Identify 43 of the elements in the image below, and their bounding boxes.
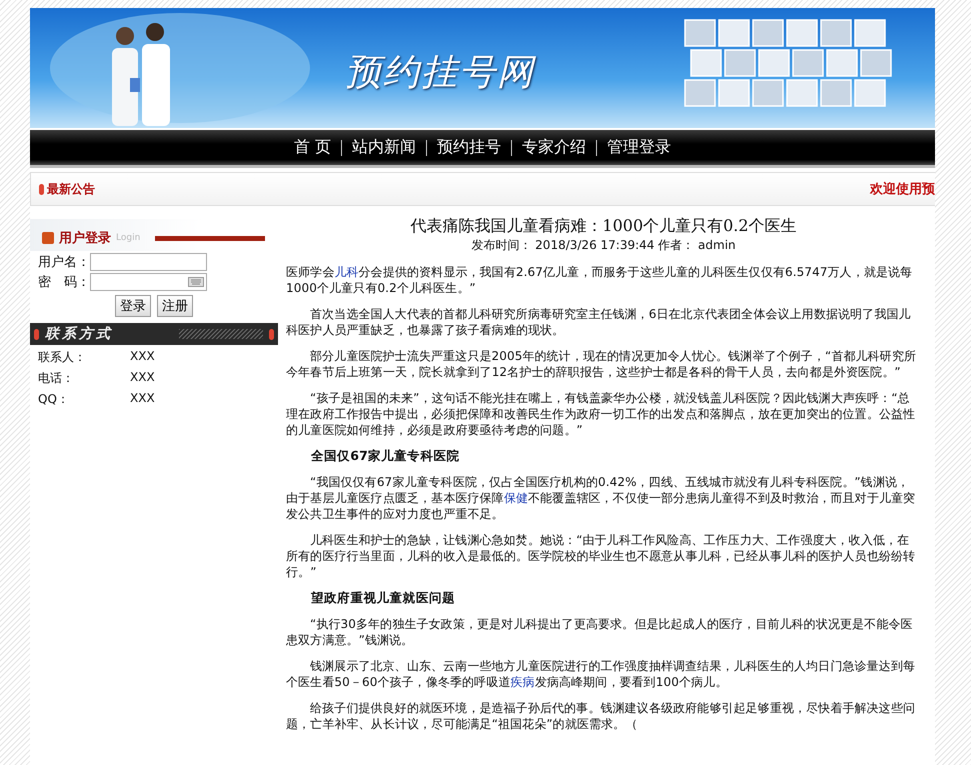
contact-label: 电话： — [38, 370, 75, 387]
inline-link[interactable]: 保健 — [504, 491, 528, 505]
contact-value: XXX — [130, 391, 155, 407]
bullet-icon — [34, 328, 39, 340]
article-paragraph: 首次当选全国人大代表的首都儿科研究所病毒研究室主任钱渊，6日在北京代表团全体会议上用数据说明了我国儿科医护人员严重缺乏，也暴露了孩子看病难的现状。 — [286, 306, 912, 338]
nav-link[interactable]: 首 页 — [284, 137, 342, 158]
nav-link[interactable]: 预约挂号 — [427, 137, 512, 158]
login-title: 用户登录 — [59, 230, 111, 247]
contact-label: QQ： — [38, 391, 70, 408]
bullet-icon — [39, 184, 44, 194]
contact-value: XXX — [130, 349, 155, 365]
site-logo-title: 预约挂号网 — [345, 51, 535, 95]
article-paragraph: 医师学会儿科分会提供的资料显示，我国有2.67亿儿童，而服务于这些儿童的儿科医生仅仅有6.5747万人，就是说每1000个儿童只有0.2个儿科医生。” — [286, 264, 914, 296]
form-button[interactable]: 注册 — [157, 295, 193, 317]
field-label: 密 码： — [38, 274, 90, 291]
contact-label: 联系人： — [38, 349, 87, 366]
contact-title: 联系方式 — [45, 325, 113, 343]
nav-link[interactable]: 站内新闻 — [342, 137, 426, 158]
form-button[interactable]: 登录 — [115, 295, 151, 317]
section-heading: 望政府重视儿童就医问题 — [310, 590, 456, 606]
section-heading: 全国仅67家儿童专科医院 — [310, 448, 461, 464]
keyboard-icon[interactable] — [188, 277, 204, 287]
nav-link[interactable]: 专家介绍 — [512, 137, 596, 158]
article-meta: 发布时间： 2018/3/26 17:39:44 作者： admin — [470, 237, 737, 254]
username-field[interactable] — [90, 253, 207, 271]
notice-text: 欢迎使用预 — [870, 180, 935, 198]
article-paragraph: 给孩子们提供良好的就医环境，是造福子孙后代的事。钱渊建议各级政府能够引起足够重视，尽快着手解决这些问题，亡羊补牢、从长计议，尽可能满足“祖国花朵”的就医需求。（ — [286, 700, 916, 732]
inline-link[interactable]: 儿科 — [334, 265, 359, 279]
bullet-icon — [269, 328, 274, 340]
notice-label: 最新公告 — [47, 180, 95, 198]
article-paragraph: 儿科医生和护士的急缺，让钱渊心急如焚。她说：“由于儿科工作风险高、工作压力大、工作强度大，收入低，在所有的医疗行当里面，儿科的收入是最低的。医学院校的毕业生也不愿意从事儿科，已经从事儿科的医护人员也纷纷转行。” — [286, 532, 916, 580]
article-paragraph: 部分儿童医院护士流失严重这只是2005年的统计，现在的情况更加令人忧心。钱渊举了个例子，“首都儿科研究所今年春节后上班第一天，院长就拿到了12名护士的辞职报告，这些护士都是各科的骨干人员，去向都是外资医院。” — [286, 348, 917, 380]
field-label: 用户名： — [38, 254, 90, 271]
nav-link[interactable]: 管理登录 — [597, 137, 682, 158]
password-field[interactable] — [90, 273, 207, 291]
article-paragraph: 钱渊展示了北京、山东、云南一些地方儿童医院进行的工作强度抽样调查结果，儿科医生的人均日门急诊量达到每个医生看50－60个孩子，像冬季的呼吸道疾病发病高峰期间，要看到100个病儿。 — [286, 658, 916, 690]
article-title: 代表痛陈我国儿童看病难：1000个儿童只有0.2个医生 — [409, 216, 798, 237]
inline-link[interactable]: 疾病 — [510, 675, 535, 689]
article-paragraph: “我国仅仅有67家儿童专科医院，仅占全国医疗机构的0.42%，四线、五线城市就没有儿科专科医院。”钱渊说，由于基层儿童医疗点匮乏，基本医疗保障保健不能覆盖辖区，不仅使一部分患病儿童得不到及时救治，而且对于儿童突发公共卫生事件的应对力度也严重不足。 — [286, 474, 916, 522]
contact-value: XXX — [130, 370, 155, 386]
login-subtitle: Login — [116, 233, 140, 243]
article-paragraph: “执行30多年的独生子女政策，更是对儿科提出了更高要求。但是比起成人的医疗，目前儿科的状况更是不能令医患双方满意。”钱渊说。 — [286, 616, 914, 648]
article-paragraph: “孩子是祖国的未来”，这句话不能光挂在嘴上，有钱盖豪华办公楼，就没钱盖儿科医院？因此钱渊大声疾呼：“总理在政府工作报告中提出，必须把保障和改善民生作为政府一切工作的出发点和落脚点，放在更加突出的位置。公益性的儿童医院如何维持，必须是政府要亟待考虑的问题。” — [286, 390, 916, 438]
